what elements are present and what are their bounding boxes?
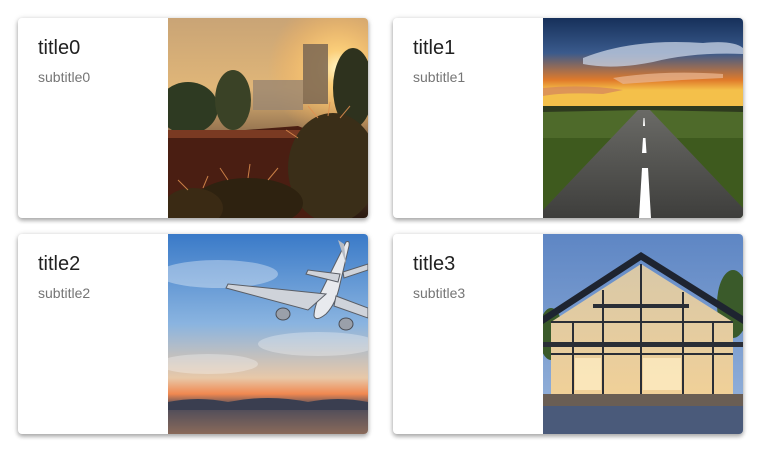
card-subtitle: subtitle0 (38, 69, 91, 85)
media-card-3[interactable]: title3 subtitle3 (393, 234, 743, 434)
card-text-area: title2 subtitle2 (18, 234, 168, 434)
card-text-area: title3 subtitle3 (393, 234, 543, 434)
card-subtitle: subtitle1 (413, 69, 466, 85)
card-image-modern-house (543, 234, 743, 434)
card-subtitle: subtitle3 (413, 285, 466, 301)
card-title: title3 (413, 253, 456, 275)
media-card-2[interactable]: title2 subtitle2 (18, 234, 368, 434)
card-text-area: title1 subtitle1 (393, 18, 543, 218)
card-image-road-sunset (543, 18, 743, 218)
media-card-1[interactable]: title1 subtitle1 (393, 18, 743, 218)
card-text-area: title0 subtitle0 (18, 18, 168, 218)
card-title: title1 (413, 37, 456, 59)
card-image-sunset-cactus (168, 18, 368, 218)
media-card-0[interactable]: title0 subtitle0 (18, 18, 368, 218)
card-title: title2 (38, 253, 81, 275)
card-image-airplane-sky (168, 234, 368, 434)
card-title: title0 (38, 37, 81, 59)
card-subtitle: subtitle2 (38, 285, 91, 301)
